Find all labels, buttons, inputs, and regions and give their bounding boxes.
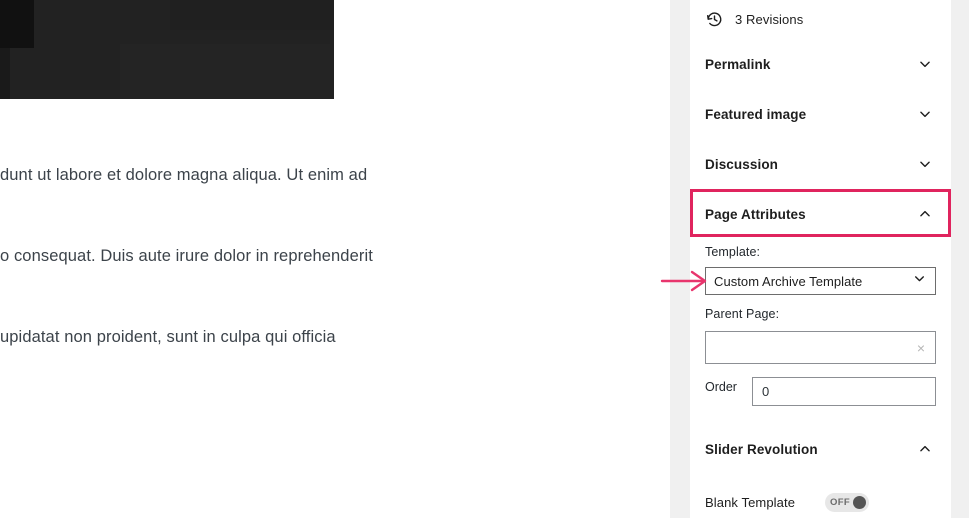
chevron-down-icon: [917, 156, 933, 172]
toggle-state-text: OFF: [830, 497, 850, 508]
template-selected-value: Custom Archive Template: [714, 273, 863, 289]
order-label: Order: [705, 380, 737, 394]
image-tone-lower: [120, 44, 330, 90]
order-value: 0: [762, 384, 770, 399]
section-slider-revolution[interactable]: Slider Revolution: [690, 424, 951, 474]
template-select[interactable]: Custom Archive Template: [705, 267, 936, 295]
section-featured-image[interactable]: Featured image: [690, 89, 951, 139]
chevron-up-icon: [917, 441, 933, 457]
parent-page-label: Parent Page:: [705, 307, 780, 321]
toggle-knob: [853, 496, 867, 509]
section-title: Discussion: [705, 156, 779, 172]
right-rail: [951, 0, 969, 518]
section-title: Featured image: [705, 106, 807, 122]
image-tone-upper: [170, 0, 334, 30]
revisions-link[interactable]: 3 Revisions: [690, 0, 951, 39]
section-discussion[interactable]: Discussion: [690, 139, 951, 189]
post-content-paragraph[interactable]: dunt ut labore et dolore magna aliqua. U…: [0, 108, 400, 405]
app-screen: dunt ut labore et dolore magna aliqua. U…: [0, 0, 969, 518]
paragraph-line: o consequat. Duis aute irure dolor in re…: [0, 247, 373, 265]
blank-template-label: Blank Template: [705, 495, 796, 510]
template-label: Template:: [705, 245, 761, 259]
revision-history-icon: [705, 10, 724, 29]
chevron-down-icon: [917, 56, 933, 72]
post-settings-sidebar: 3 Revisions Permalink Featured image Dis…: [690, 0, 951, 518]
clear-icon[interactable]: ×: [917, 341, 925, 355]
blank-template-toggle[interactable]: OFF: [825, 493, 870, 512]
parent-page-input[interactable]: ×: [705, 331, 936, 364]
order-input[interactable]: 0: [752, 377, 936, 406]
section-title: Permalink: [705, 56, 771, 72]
featured-image-block[interactable]: [0, 0, 334, 99]
chevron-up-icon: [917, 206, 933, 222]
chevron-down-icon: [913, 272, 926, 290]
section-title: Slider Revolution: [705, 441, 818, 457]
chevron-down-icon: [917, 106, 933, 122]
editor-canvas: dunt ut labore et dolore magna aliqua. U…: [0, 0, 670, 518]
section-permalink[interactable]: Permalink: [690, 39, 951, 89]
section-page-attributes[interactable]: Page Attributes: [690, 189, 951, 239]
panel-gutter: [670, 0, 690, 518]
section-title: Page Attributes: [705, 206, 806, 222]
paragraph-line: upidatat non proident, sunt in culpa qui…: [0, 328, 336, 346]
revisions-label: 3 Revisions: [735, 12, 804, 27]
blank-template-row: Blank Template OFF: [690, 487, 951, 518]
paragraph-line: dunt ut labore et dolore magna aliqua. U…: [0, 166, 368, 184]
image-shade-corner: [0, 0, 34, 48]
